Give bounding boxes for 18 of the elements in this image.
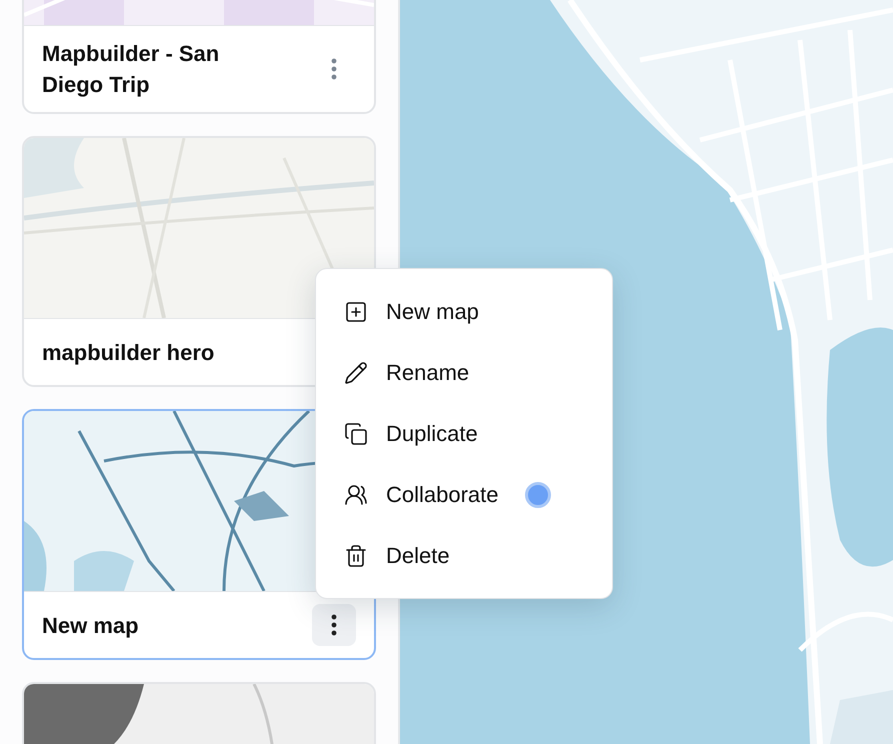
map-card[interactable]: Mapbuilder - San Diego Trip (22, 0, 376, 114)
more-icon (331, 614, 337, 636)
people-icon (344, 482, 368, 506)
more-button[interactable] (312, 604, 356, 646)
map-title: mapbuilder hero (42, 338, 214, 367)
menu-item-label: Delete (386, 542, 450, 568)
map-title: Mapbuilder - San Diego Trip (42, 40, 220, 99)
copy-icon (344, 422, 368, 446)
menu-item-label: New map (386, 298, 479, 324)
menu-item-label: Collaborate (386, 482, 499, 508)
menu-item-label: Rename (386, 360, 470, 386)
more-icon (331, 58, 337, 80)
trash-icon (344, 544, 368, 568)
menu-item-label: Duplicate (386, 420, 478, 446)
map-title: New map (42, 612, 139, 640)
pencil-icon (344, 360, 368, 384)
plus-square-icon (344, 300, 368, 324)
map-card[interactable]: mapbuilder hero (22, 136, 376, 387)
